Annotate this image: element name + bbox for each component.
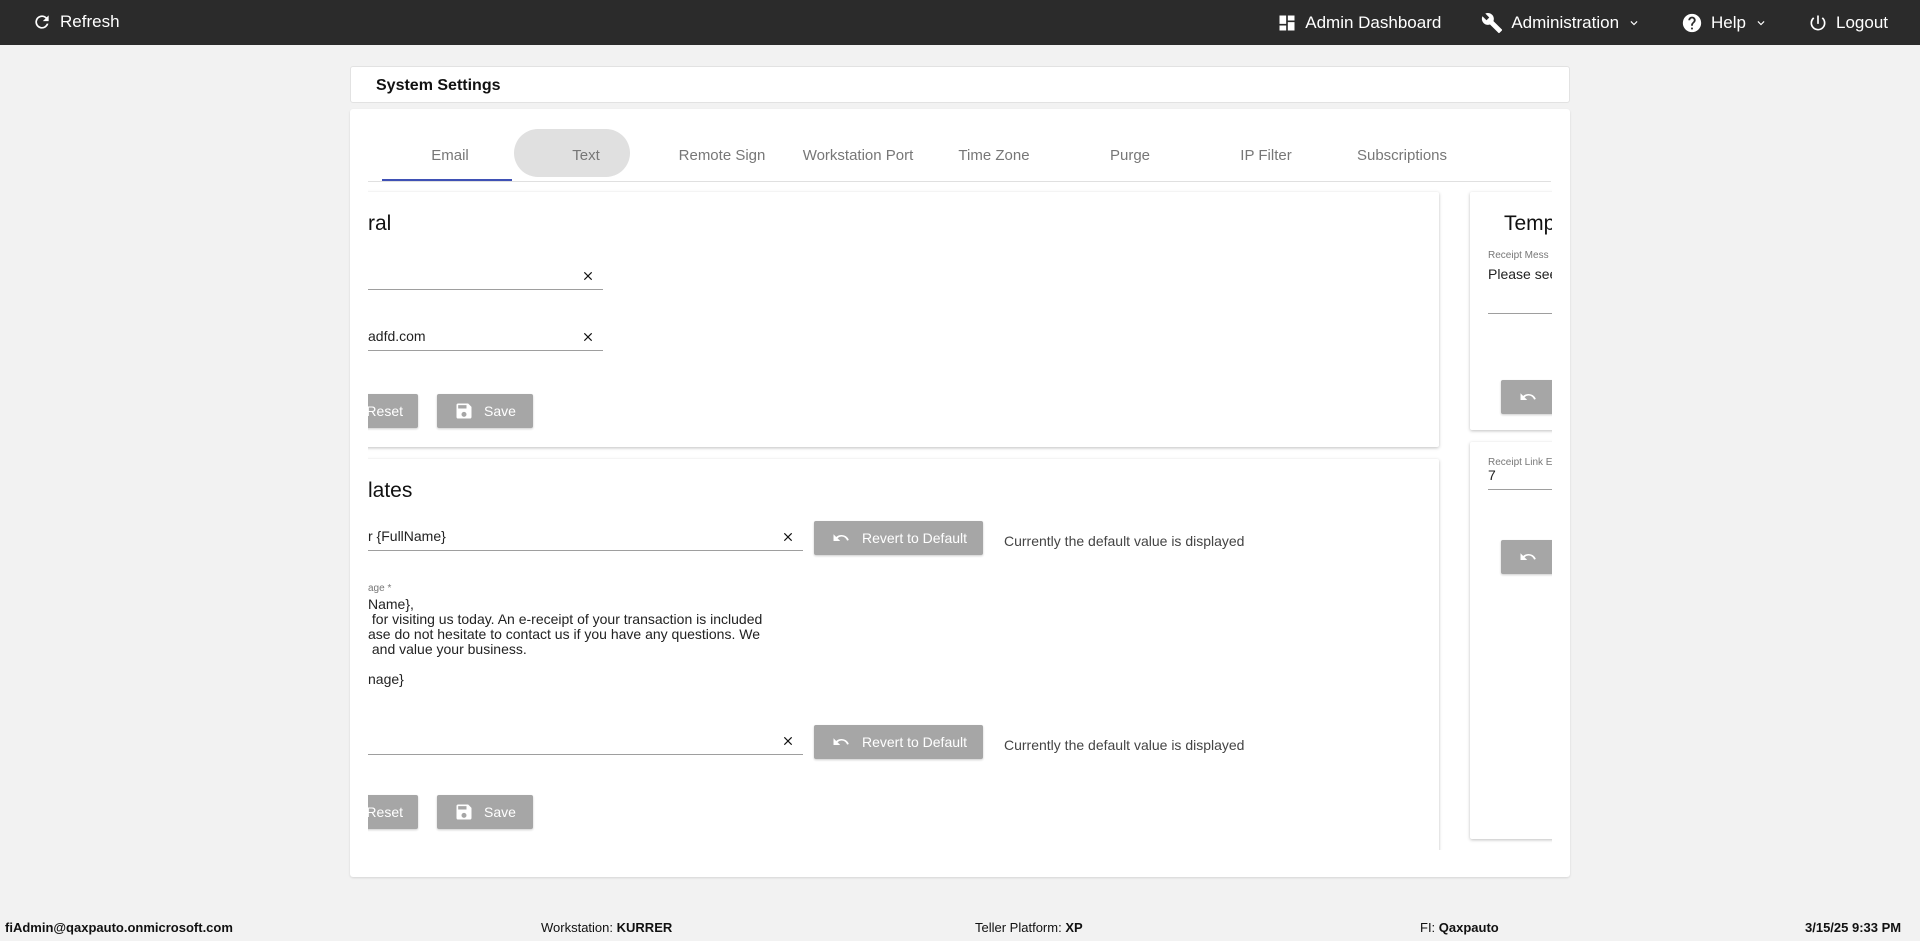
tab-time-zone[interactable]: Time Zone bbox=[926, 129, 1062, 181]
subject-value: r {FullName} bbox=[368, 528, 446, 544]
receipt-link-panel: Receipt Link E 7 bbox=[1470, 442, 1552, 839]
field3-revert-button[interactable]: Revert to Default bbox=[814, 725, 983, 759]
general-settings-panel: ral adfd.com Reset Save bbox=[368, 192, 1439, 447]
save-label: Save bbox=[484, 403, 516, 419]
teller-label: Teller Platform: bbox=[975, 920, 1062, 935]
footer-fi: FI: Qaxpauto bbox=[1420, 920, 1499, 935]
fi-value: Qaxpauto bbox=[1438, 920, 1499, 935]
admin-dashboard-label: Admin Dashboard bbox=[1305, 12, 1442, 32]
message-line: ase do not hesitate to contact us if you… bbox=[368, 626, 760, 642]
templates-panel-title: lates bbox=[368, 479, 413, 502]
message-label: age * bbox=[368, 583, 392, 594]
tab-text[interactable]: Text bbox=[518, 129, 654, 181]
top-navigation-bar: Refresh Admin Dashboard Administration H… bbox=[0, 0, 1920, 45]
logout-button[interactable]: Logout bbox=[1808, 13, 1888, 33]
tab-workstation-port[interactable]: Workstation Port bbox=[790, 129, 926, 181]
message-line: and value your business. bbox=[368, 641, 527, 657]
help-label: Help bbox=[1711, 12, 1746, 32]
save-icon bbox=[456, 804, 472, 820]
tabs-divider bbox=[368, 181, 1551, 182]
wrench-icon bbox=[1482, 12, 1503, 33]
chevron-down-icon bbox=[1757, 20, 1765, 25]
receipt-link-field[interactable]: 7 bbox=[1488, 464, 1552, 490]
clear-icon[interactable] bbox=[779, 528, 797, 546]
message-line: Name}, bbox=[368, 596, 414, 612]
administration-label: Administration bbox=[1511, 12, 1620, 32]
general-field-2-value: adfd.com bbox=[368, 328, 426, 344]
status-footer: fiAdmin@qaxpauto.onmicrosoft.com Worksta… bbox=[0, 913, 1920, 941]
revert-label: Revert to Default bbox=[861, 530, 968, 546]
general-save-button[interactable]: Save bbox=[437, 394, 533, 428]
tab-purge[interactable]: Purge bbox=[1062, 129, 1198, 181]
workstation-value: KURRER bbox=[616, 920, 673, 935]
power-icon bbox=[1810, 15, 1826, 30]
footer-datetime: 3/15/25 9:33 PM bbox=[1805, 920, 1901, 935]
tab-ip-filter[interactable]: IP Filter bbox=[1198, 129, 1334, 181]
clear-icon[interactable] bbox=[579, 267, 597, 285]
footer-teller-platform: Teller Platform: XP bbox=[975, 920, 1083, 935]
message-line: for visiting us today. An e-receipt of y… bbox=[368, 611, 763, 627]
save-label: Save bbox=[484, 804, 516, 820]
revert-label: Revert to Default bbox=[861, 734, 968, 750]
templates-reset-button[interactable]: Reset bbox=[368, 795, 418, 829]
undo-icon bbox=[1520, 393, 1536, 400]
undo-icon bbox=[1520, 553, 1536, 560]
receipt-link-value: 7 bbox=[1488, 467, 1496, 483]
receipt-template-title: Temp bbox=[1504, 212, 1552, 235]
receipt-template-panel: Temp Receipt Mess Please see bbox=[1470, 192, 1552, 430]
dashboard-icon bbox=[1279, 15, 1295, 30]
message-line bbox=[368, 657, 762, 672]
receipt-link-revert-button[interactable] bbox=[1501, 540, 1552, 574]
field3-default-note: Currently the default value is displayed bbox=[1004, 737, 1245, 753]
refresh-label: Refresh bbox=[60, 12, 120, 31]
general-reset-button[interactable]: Reset bbox=[368, 394, 418, 428]
tab-subscriptions[interactable]: Subscriptions bbox=[1334, 129, 1470, 181]
clear-icon[interactable] bbox=[579, 328, 597, 346]
subject-revert-button[interactable]: Revert to Default bbox=[814, 521, 983, 555]
footer-user: fiAdmin@qaxpauto.onmicrosoft.com bbox=[5, 920, 233, 935]
refresh-icon bbox=[35, 15, 49, 29]
subject-field[interactable]: r {FullName} bbox=[368, 521, 803, 551]
receipt-message-field[interactable]: Please see bbox=[1488, 256, 1552, 314]
save-icon bbox=[456, 403, 472, 419]
workstation-label: Workstation: bbox=[541, 920, 614, 935]
user-email: fiAdmin@qaxpauto.onmicrosoft.com bbox=[5, 920, 233, 935]
tab-email[interactable]: Email bbox=[382, 129, 518, 181]
page-title: System Settings bbox=[376, 77, 501, 94]
tab-content-viewport[interactable]: ral adfd.com Reset Save lates r {FullNam… bbox=[368, 185, 1552, 850]
fi-label: FI: bbox=[1420, 920, 1436, 935]
undo-icon bbox=[833, 738, 849, 745]
logout-label: Logout bbox=[1836, 12, 1888, 32]
receipt-message-value: Please see bbox=[1488, 266, 1552, 282]
datetime-value: 3/15/25 9:33 PM bbox=[1805, 920, 1902, 935]
templates-panel: lates r {FullName} Revert to Default Cur… bbox=[368, 459, 1439, 850]
undo-icon bbox=[833, 534, 849, 541]
clear-icon[interactable] bbox=[779, 732, 797, 750]
settings-tabs: Email Text Remote Sign Workstation Port … bbox=[382, 129, 1470, 182]
receipt-message-revert-button[interactable] bbox=[1501, 380, 1552, 414]
subject-default-note: Currently the default value is displayed bbox=[1004, 533, 1245, 549]
general-field-2[interactable]: adfd.com bbox=[368, 321, 603, 351]
message-line: nage} bbox=[368, 671, 404, 687]
administration-menu[interactable]: Administration bbox=[1481, 12, 1641, 34]
tab-remote-sign[interactable]: Remote Sign bbox=[654, 129, 790, 181]
general-panel-title: ral bbox=[368, 212, 392, 235]
page-header-card: System Settings bbox=[350, 66, 1570, 103]
reset-label: Reset bbox=[368, 804, 403, 820]
chevron-down-icon bbox=[1630, 20, 1638, 25]
template-field-3[interactable] bbox=[368, 725, 803, 755]
help-menu[interactable]: Help bbox=[1681, 12, 1768, 34]
message-body[interactable]: Name}, for visiting us today. An e-recei… bbox=[368, 597, 762, 687]
refresh-button[interactable]: Refresh bbox=[32, 12, 120, 32]
general-field-1[interactable] bbox=[368, 260, 603, 290]
admin-dashboard-link[interactable]: Admin Dashboard bbox=[1277, 13, 1441, 33]
templates-save-button[interactable]: Save bbox=[437, 795, 533, 829]
teller-value: XP bbox=[1065, 920, 1083, 935]
footer-workstation: Workstation: KURRER bbox=[541, 920, 672, 935]
help-icon bbox=[1682, 13, 1702, 32]
reset-label: Reset bbox=[368, 403, 403, 419]
